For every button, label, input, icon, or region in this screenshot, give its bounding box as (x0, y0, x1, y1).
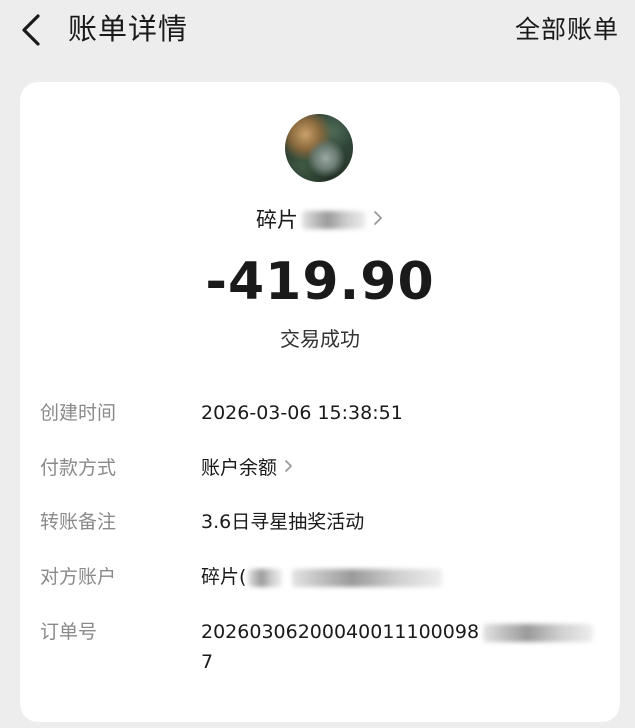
redacted-name (302, 211, 366, 229)
redacted-order-digits (483, 623, 594, 642)
redacted-account (292, 568, 443, 587)
chevron-right-icon (372, 209, 384, 231)
counterparty-avatar[interactable] (285, 114, 353, 182)
counterparty-account-label: 对方账户 (40, 566, 117, 588)
transaction-status: 交易成功 (280, 327, 360, 351)
created-time-label: 创建时间 (40, 402, 117, 424)
counterparty-name-row[interactable]: 碎片 (20, 202, 620, 238)
transfer-note-label: 转账备注 (40, 511, 117, 533)
order-number-text: 20260306200040011100098 (201, 621, 480, 643)
counterparty-account-value: 碎片( (201, 562, 601, 592)
bill-detail-card: 碎片 -419.90 交易成功 创建时间 2026-03-06 15:38:51… (20, 82, 620, 722)
top-bar: 账单详情 全部账单 (0, 0, 635, 62)
page-title: 账单详情 (68, 12, 189, 46)
chevron-right-icon (283, 453, 295, 483)
redacted-account (248, 568, 283, 587)
payment-method-text: 账户余额 (201, 457, 278, 479)
transaction-amount: -419.90 (205, 252, 435, 312)
created-time-value: 2026-03-06 15:38:51 (201, 402, 403, 424)
counterparty-name: 碎片 (256, 208, 298, 232)
all-bills-link[interactable]: 全部账单 (515, 12, 619, 48)
back-arrow-icon[interactable] (14, 12, 54, 48)
payment-method-value[interactable]: 账户余额 (201, 453, 601, 483)
counterparty-account-text: 碎片( (201, 566, 247, 588)
order-number-label: 订单号 (40, 621, 98, 643)
payment-method-label: 付款方式 (40, 457, 117, 479)
back-button[interactable] (14, 12, 54, 48)
order-number-tail: 7 (201, 651, 214, 673)
order-number-value: 20260306200040011100098 7 (201, 617, 601, 677)
transfer-note-value: 3.6日寻星抽奖活动 (201, 511, 365, 533)
